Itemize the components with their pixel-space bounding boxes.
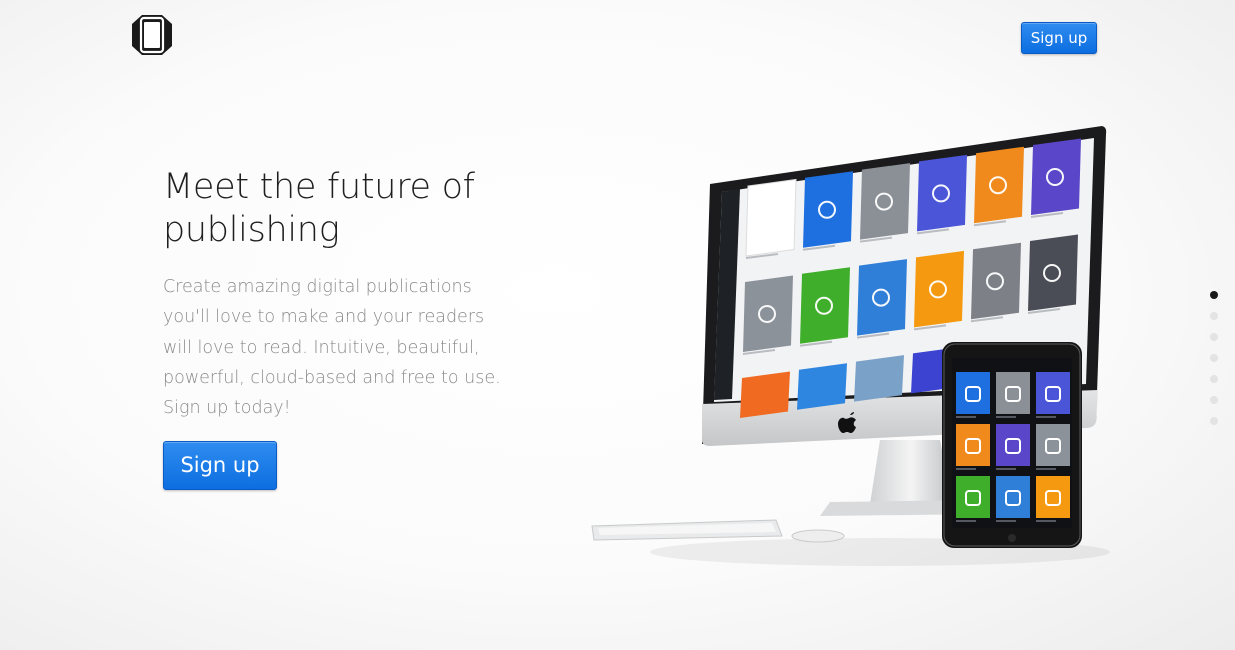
tablet-tile (956, 372, 990, 418)
desktop-tile (973, 146, 1024, 227)
desktop-tile (856, 259, 907, 339)
pager-dot[interactable] (1210, 354, 1218, 362)
desktop-tile (970, 242, 1021, 323)
pager-dot[interactable] (1210, 375, 1218, 383)
device-illustration (591, 126, 1110, 566)
tablet-tile (1036, 372, 1070, 418)
page-title: Meet the future of publishing (163, 167, 475, 250)
hero-signup-button[interactable]: Sign up (163, 441, 277, 490)
desktop-tile (799, 267, 850, 347)
desktop-tile (916, 154, 967, 235)
pager-dot[interactable] (1210, 291, 1218, 299)
pager-dot[interactable] (1210, 417, 1218, 425)
tablet-tile (996, 424, 1030, 470)
desktop-tile (1027, 234, 1078, 314)
desktop-tile (859, 163, 910, 243)
desktop-tile (740, 371, 790, 418)
tablet-tile (1036, 476, 1070, 522)
tablet-tile (956, 424, 990, 470)
pager-dot[interactable] (1210, 333, 1218, 341)
slide-pager (1210, 291, 1220, 438)
desktop-tile (745, 178, 797, 259)
tablet-tile (996, 476, 1030, 522)
tablet-tile (996, 372, 1030, 418)
desktop-tile (854, 355, 904, 402)
desktop-tile (1030, 138, 1081, 218)
tablet-tile (956, 476, 990, 522)
hero-description: Create amazing digital publications you'… (163, 277, 501, 419)
landing-page: Sign up Meet the future of publishing Cr… (0, 0, 1235, 650)
pager-dot[interactable] (1210, 312, 1218, 320)
desktop-tile (802, 171, 853, 251)
desktop-tile (797, 363, 847, 410)
pager-dot[interactable] (1210, 396, 1218, 404)
tablet-logo-icon[interactable] (128, 12, 176, 58)
signup-button[interactable]: Sign up (1021, 22, 1097, 54)
tablet-tile-grid (956, 372, 1070, 522)
desktop-tile (913, 250, 964, 331)
tablet-tile (1036, 424, 1070, 470)
desktop-tile (742, 275, 793, 355)
